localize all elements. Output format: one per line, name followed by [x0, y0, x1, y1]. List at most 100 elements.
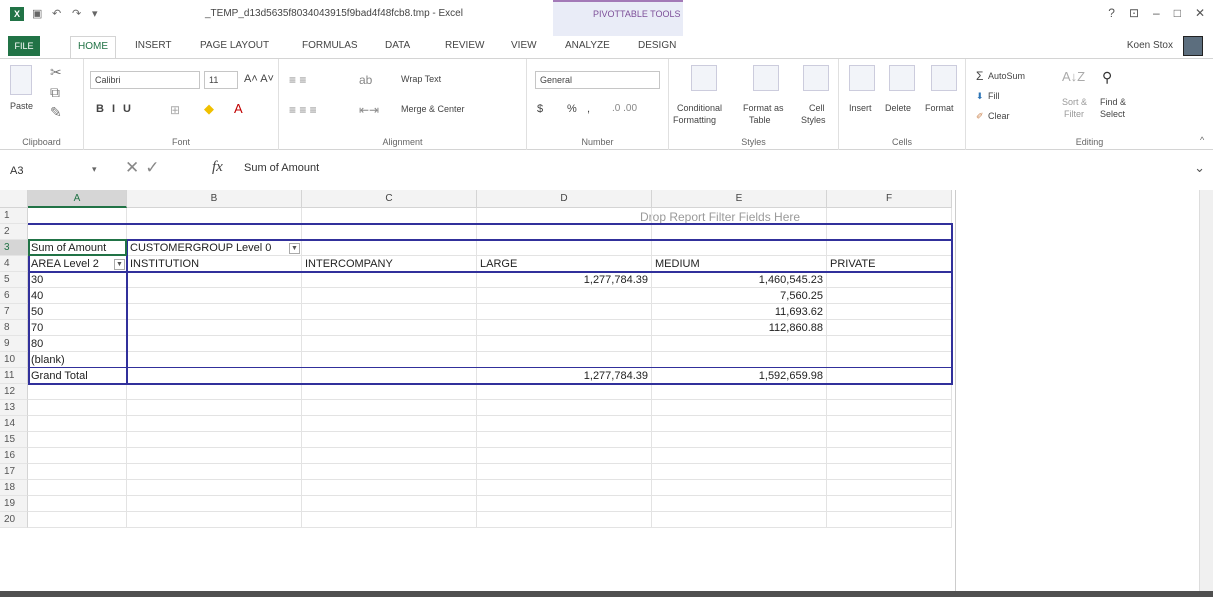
- pivot-column-header[interactable]: INTERCOMPANY: [302, 256, 477, 272]
- pivot-value-large[interactable]: [477, 288, 652, 304]
- column-header-d[interactable]: D: [477, 190, 652, 208]
- collapse-ribbon-icon[interactable]: ^: [1200, 135, 1204, 145]
- align-left-icon[interactable]: ≡ ≡ ≡: [289, 103, 317, 117]
- row-header-16[interactable]: 16: [0, 448, 28, 464]
- redo-icon[interactable]: ↷: [72, 8, 84, 20]
- help-button[interactable]: ?: [1108, 6, 1115, 20]
- column-header-c[interactable]: C: [302, 190, 477, 208]
- cancel-icon[interactable]: ✕: [125, 158, 145, 177]
- font-name-select[interactable]: Calibri: [90, 71, 200, 89]
- autosum-icon[interactable]: Σ: [976, 69, 983, 83]
- formula-input[interactable]: Sum of Amount: [244, 162, 319, 174]
- customize-qat-icon[interactable]: ▾: [92, 8, 104, 20]
- pivot-value-medium[interactable]: [652, 336, 827, 352]
- row-header-3[interactable]: 3: [0, 240, 28, 256]
- fill-label[interactable]: Fill: [988, 91, 1000, 101]
- row-header-4[interactable]: 4: [0, 256, 28, 272]
- comma-button[interactable]: ,: [587, 103, 590, 115]
- format-cells-icon[interactable]: [931, 65, 957, 91]
- tab-file[interactable]: FILE: [8, 36, 40, 56]
- minimize-button[interactable]: –: [1153, 6, 1160, 20]
- cell-styles-label-1[interactable]: Cell: [809, 103, 825, 113]
- row-field-filter-icon[interactable]: ▼: [112, 258, 125, 270]
- clear-icon[interactable]: ✐: [976, 111, 984, 122]
- user-name[interactable]: Koen Stox: [1127, 40, 1173, 51]
- insert-function-icon[interactable]: fx: [212, 159, 223, 176]
- expand-formula-bar-icon[interactable]: ⌄: [1194, 160, 1205, 176]
- pivot-value-medium[interactable]: 112,860.88: [652, 320, 827, 336]
- row-header-11[interactable]: 11: [0, 368, 28, 384]
- conditional-label-1[interactable]: Conditional: [677, 103, 722, 113]
- borders-icon[interactable]: ⊞: [170, 103, 180, 117]
- pivot-row-label[interactable]: 80: [28, 336, 127, 352]
- number-format-select[interactable]: General: [535, 71, 660, 89]
- font-size-select[interactable]: 11: [204, 71, 238, 89]
- pivot-row-label[interactable]: Grand Total: [28, 368, 127, 384]
- pivot-value-large[interactable]: [477, 304, 652, 320]
- column-header-a[interactable]: A: [28, 190, 127, 208]
- tab-home[interactable]: HOME: [70, 36, 116, 58]
- sort-filter-icon[interactable]: A↓Z: [1062, 69, 1085, 84]
- top-align-icon[interactable]: ≡ ≡: [289, 73, 306, 87]
- pivot-row-label[interactable]: 50: [28, 304, 127, 320]
- row-header-5[interactable]: 5: [0, 272, 28, 288]
- row-header-1[interactable]: 1: [0, 208, 28, 224]
- ribbon-display-options-icon[interactable]: ⊡: [1129, 6, 1139, 20]
- tab-view[interactable]: VIEW: [511, 40, 537, 51]
- pivot-row-label[interactable]: (blank): [28, 352, 127, 368]
- percent-button[interactable]: %: [567, 103, 577, 115]
- row-header-14[interactable]: 14: [0, 416, 28, 432]
- copy-icon[interactable]: ⧉: [50, 85, 60, 99]
- pivot-row-label[interactable]: 30: [28, 272, 127, 288]
- tab-insert[interactable]: INSERT: [135, 40, 172, 51]
- insert-label[interactable]: Insert: [849, 103, 872, 113]
- find-label-2[interactable]: Select: [1100, 109, 1125, 119]
- row-header-18[interactable]: 18: [0, 480, 28, 496]
- pivot-column-field[interactable]: CUSTOMERGROUP Level 0: [127, 240, 302, 256]
- pivot-column-header[interactable]: MEDIUM: [652, 256, 827, 272]
- find-select-icon[interactable]: ⚲: [1102, 69, 1112, 86]
- sort-label-1[interactable]: Sort &: [1062, 97, 1087, 107]
- column-header-f[interactable]: F: [827, 190, 952, 208]
- tab-data[interactable]: DATA: [385, 40, 410, 51]
- cell-styles-label-2[interactable]: Styles: [801, 115, 826, 125]
- row-header-6[interactable]: 6: [0, 288, 28, 304]
- orientation-icon[interactable]: ab: [359, 73, 372, 87]
- pivot-value-medium[interactable]: 11,693.62: [652, 304, 827, 320]
- pivot-value-large[interactable]: 1,277,784.39: [477, 272, 652, 288]
- pivot-column-header[interactable]: LARGE: [477, 256, 652, 272]
- tab-analyze[interactable]: ANALYZE: [565, 40, 610, 51]
- tab-design[interactable]: DESIGN: [638, 40, 676, 51]
- tab-page-layout[interactable]: PAGE LAYOUT: [200, 40, 269, 51]
- pivot-value-medium[interactable]: [652, 352, 827, 368]
- paste-icon[interactable]: [10, 65, 32, 95]
- pivot-value-medium[interactable]: 1,460,545.23: [652, 272, 827, 288]
- name-box-dropdown-icon[interactable]: ▾: [92, 164, 97, 175]
- wrap-text-button[interactable]: Wrap Text: [401, 74, 441, 84]
- row-header-10[interactable]: 10: [0, 352, 28, 368]
- grow-font-icon[interactable]: A˄ A˅: [244, 73, 274, 85]
- currency-button[interactable]: $: [537, 103, 543, 115]
- row-header-17[interactable]: 17: [0, 464, 28, 480]
- clear-label[interactable]: Clear: [988, 111, 1010, 121]
- row-header-12[interactable]: 12: [0, 384, 28, 400]
- column-field-filter-icon[interactable]: ▼: [287, 242, 300, 254]
- pivot-value-large[interactable]: [477, 336, 652, 352]
- merge-center-button[interactable]: Merge & Center: [401, 104, 465, 114]
- pivot-value-large[interactable]: [477, 352, 652, 368]
- close-button[interactable]: ✕: [1195, 6, 1205, 20]
- pivot-value-medium[interactable]: 1,592,659.98: [652, 368, 827, 384]
- find-label-1[interactable]: Find &: [1100, 97, 1126, 107]
- conditional-label-2[interactable]: Formatting: [673, 115, 716, 125]
- row-header-7[interactable]: 7: [0, 304, 28, 320]
- sort-label-2[interactable]: Filter: [1064, 109, 1084, 119]
- pivot-value-medium[interactable]: 7,560.25: [652, 288, 827, 304]
- row-header-15[interactable]: 15: [0, 432, 28, 448]
- tab-review[interactable]: REVIEW: [445, 40, 484, 51]
- delete-label[interactable]: Delete: [885, 103, 911, 113]
- paste-label[interactable]: Paste: [10, 101, 33, 111]
- restore-button[interactable]: □: [1174, 6, 1181, 20]
- format-as-label-2[interactable]: Table: [749, 115, 771, 125]
- indent-icon[interactable]: ⇤⇥: [359, 103, 379, 117]
- column-header-b[interactable]: B: [127, 190, 302, 208]
